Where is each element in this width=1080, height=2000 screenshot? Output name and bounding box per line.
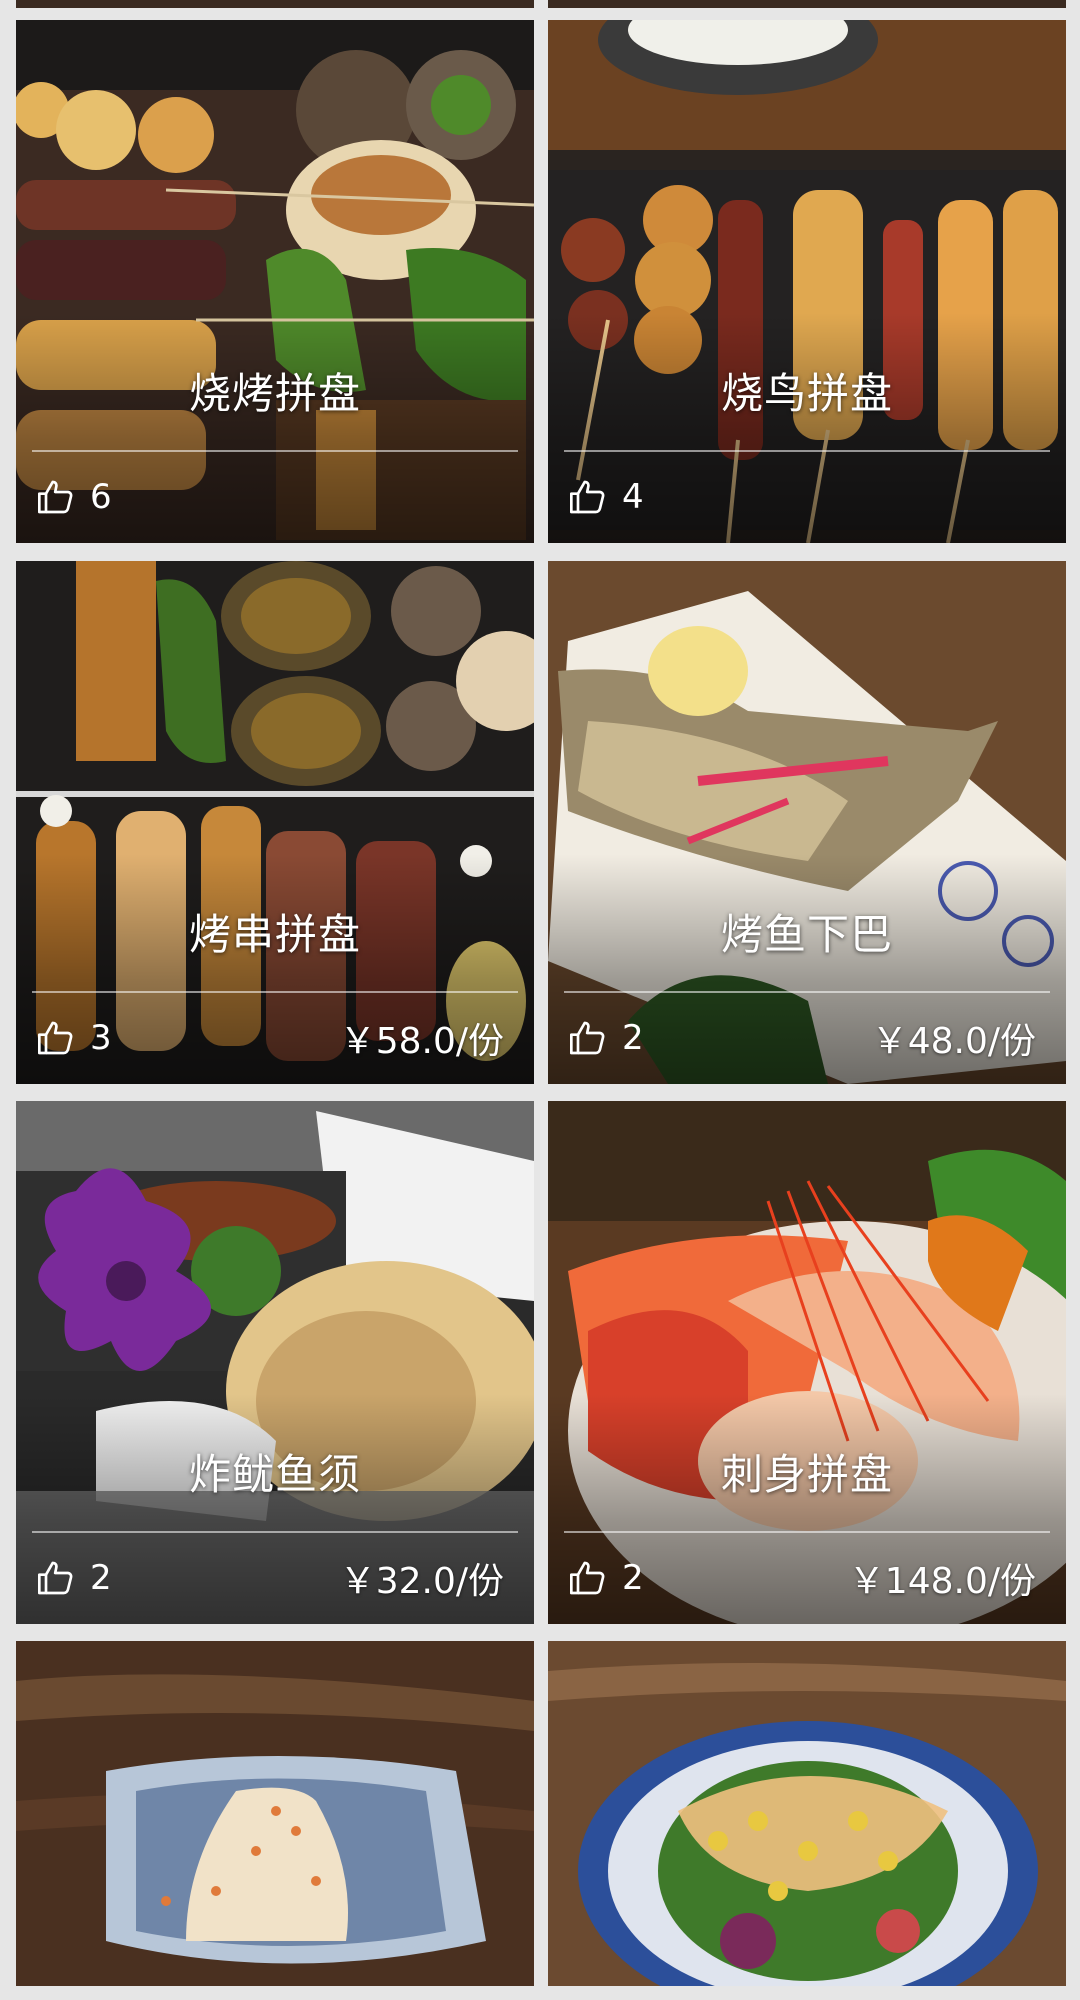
- dish-card[interactable]: 烧烤拼盘 6: [16, 20, 534, 543]
- thumbs-up-icon: [38, 480, 73, 514]
- dish-price: ￥148.0/份: [848, 1561, 1036, 1602]
- previous-card-edge: [548, 0, 1066, 8]
- dish-name: 炸鱿鱼须: [188, 1450, 361, 1499]
- card-divider: [564, 450, 1050, 452]
- dish-card[interactable]: [16, 1641, 534, 1986]
- dish-card[interactable]: 烧鸟拼盘 4: [548, 20, 1066, 543]
- dish-price: ￥58.0/份: [339, 1021, 504, 1062]
- card-divider: [32, 991, 518, 993]
- dish-card[interactable]: [548, 1641, 1066, 1986]
- like-count: 2: [90, 1558, 112, 1598]
- thumbs-up-icon: [570, 1021, 605, 1055]
- thumbs-up-icon: [570, 480, 605, 514]
- like-button[interactable]: 2: [36, 1553, 112, 1603]
- card-divider: [564, 1531, 1050, 1533]
- dish-grid: 烧烤拼盘 6 烧鸟拼盘 4 烤串拼盘 3 ￥58.0/份 烤鱼下巴 2 ￥48.…: [0, 0, 1080, 2000]
- like-count: 6: [90, 477, 112, 517]
- dish-name: 烤串拼盘: [188, 910, 361, 959]
- dish-name: 烤鱼下巴: [720, 910, 893, 959]
- like-count: 2: [622, 1558, 644, 1598]
- thumbs-up-icon: [570, 1561, 605, 1595]
- dish-photo: [548, 1641, 1066, 1986]
- like-button[interactable]: 2: [568, 1013, 644, 1063]
- card-divider: [564, 991, 1050, 993]
- dish-price: ￥48.0/份: [871, 1021, 1036, 1062]
- like-count: 3: [90, 1018, 112, 1058]
- dish-name: 刺身拼盘: [720, 1450, 893, 1499]
- thumbs-up-icon: [38, 1561, 73, 1595]
- like-button[interactable]: 6: [36, 472, 112, 522]
- like-count: 2: [622, 1018, 644, 1058]
- thumbs-up-icon: [38, 1021, 73, 1055]
- like-button[interactable]: 2: [568, 1553, 644, 1603]
- dish-card[interactable]: 烤串拼盘 3 ￥58.0/份: [16, 561, 534, 1084]
- like-count: 4: [622, 477, 644, 517]
- dish-card[interactable]: 炸鱿鱼须 2 ￥32.0/份: [16, 1101, 534, 1624]
- dish-photo: [16, 1641, 534, 1986]
- card-divider: [32, 1531, 518, 1533]
- previous-card-edge: [16, 0, 534, 8]
- like-button[interactable]: 3: [36, 1013, 112, 1063]
- card-divider: [32, 450, 518, 452]
- dish-price: ￥32.0/份: [339, 1561, 504, 1602]
- dish-card[interactable]: 烤鱼下巴 2 ￥48.0/份: [548, 561, 1066, 1084]
- dish-name: 烧烤拼盘: [188, 369, 361, 418]
- dish-name: 烧鸟拼盘: [720, 369, 893, 418]
- like-button[interactable]: 4: [568, 472, 644, 522]
- dish-card[interactable]: 刺身拼盘 2 ￥148.0/份: [548, 1101, 1066, 1624]
